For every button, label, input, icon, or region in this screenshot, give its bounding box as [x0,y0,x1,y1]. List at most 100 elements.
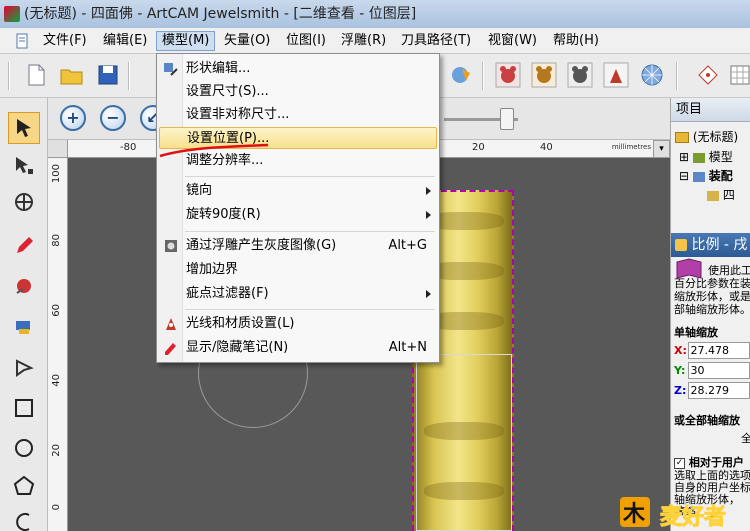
relief-bounding-box [416,354,512,531]
menu-item-lighting-material[interactable]: 光线和材质设置(L) [159,313,437,335]
z-axis-label: Z: [674,384,687,397]
menu-model[interactable]: 模型(M) [156,31,216,51]
expand-icon: ⊞ [679,150,690,164]
new-file-icon[interactable] [22,61,50,89]
shape-edit-icon [164,63,178,76]
ruler-label: 20 [472,142,485,153]
fill-tool-button[interactable] [8,270,40,302]
watermark-text: 麦好者 [659,505,727,531]
assembly-icon [692,171,705,182]
circle-icon [15,439,33,457]
menu-item-grayscale-from-relief[interactable]: 通过浮雕产生灰度图像(G) Alt+G [159,235,437,257]
gray-bear-icon[interactable] [566,61,594,89]
single-axis-label: 单轴缩放 [674,326,718,339]
relative-checkbox[interactable]: ✓ [674,457,685,469]
select-tool-button[interactable] [8,112,40,144]
menu-separator [185,231,435,232]
all-axis-label: 或全部轴缩放 [674,414,740,427]
brush-icon [16,321,30,334]
app-icon [4,6,20,22]
x-scale-input[interactable] [687,342,750,359]
toolbar-separator [482,62,484,90]
view-slider-thumb[interactable] [500,108,514,130]
circle-tool-button[interactable] [8,432,40,464]
z-scale-input[interactable] [687,382,750,399]
z-field-row: Z: [674,382,750,399]
pen-tool-button[interactable] [8,230,40,262]
ruler-label: 40 [51,374,62,387]
bear-model-icon[interactable] [494,61,522,89]
menu-item-rotate-90[interactable]: 旋转90度(R) [159,204,437,226]
ruler-units: millimetres [611,143,651,151]
menu-separator [185,176,435,177]
rectangle-tool-button[interactable] [8,392,40,424]
menu-item-mirror[interactable]: 镜向 [159,180,437,202]
ruler-corner [48,140,68,158]
ruler-label: 60 [51,304,62,317]
menu-vector[interactable]: 矢量(O) [219,31,275,51]
menu-help[interactable]: 帮助(H) [548,31,604,51]
menu-item-defect-filter[interactable]: 疵点过滤器(F) [159,283,437,305]
tree-item-assembly[interactable]: ⊟ 装配 [679,167,733,184]
menu-item-add-border[interactable]: 增加边界 [159,259,437,281]
relative-option[interactable]: ✓ 相对于用户 [674,454,744,470]
submenu-arrow-icon [426,187,431,195]
menu-item-shape-edit[interactable]: 形状编辑... [159,58,437,80]
zoom-out-icon[interactable]: − [100,105,126,131]
svg-text:木: 木 [622,502,646,527]
document-icon [16,33,28,49]
model-icon [692,152,705,163]
node-cursor-icon [16,157,33,174]
menu-item-set-size[interactable]: 设置尺寸(S)... [159,81,437,103]
ruler-scroll-button[interactable]: ▾ [653,140,670,158]
arc-tool-button[interactable] [8,506,40,531]
grid-icon[interactable] [726,61,750,89]
brush-tool-button[interactable] [8,310,40,342]
open-folder-icon[interactable] [58,61,86,89]
node-edit-button[interactable] [8,150,40,182]
arrow-cursor-icon [17,119,31,137]
menu-relief[interactable]: 浮雕(R) [336,31,391,51]
teddy-model-icon[interactable] [530,61,558,89]
menu-item-toggle-notes[interactable]: 显示/隐藏笔记(N) Alt+N [159,337,437,359]
save-icon[interactable] [94,61,122,89]
relief-tool-icon[interactable] [448,61,476,89]
x-axis-label: X: [674,344,687,357]
y-scale-input[interactable] [687,362,750,379]
x-field-row: X: [674,342,750,359]
vector-node-button[interactable] [8,352,40,384]
menu-item-set-asymmetric-size[interactable]: 设置非对称尺寸... [159,104,437,126]
red-underline-annotation [159,143,269,158]
tree-item-model[interactable]: ⊞ 模型 [679,148,733,165]
ruler-label: 100 [51,164,62,184]
ruler-label: 80 [51,234,62,247]
pencil-icon [17,237,33,253]
submenu-arrow-icon [426,211,431,219]
diamond-vector-icon[interactable] [694,61,722,89]
zoom-in-icon[interactable]: + [60,105,86,131]
menu-bitmap[interactable]: 位图(I) [281,31,331,51]
notes-icon [165,343,176,355]
menu-toolpath[interactable]: 刀具路径(T) [396,31,476,51]
polygon-tool-button[interactable] [8,470,40,502]
tree-item-root[interactable]: (无标题) [675,128,738,145]
polyline-icon [16,359,34,377]
y-axis-label: Y: [674,364,686,377]
ruler-label: 40 [540,142,553,153]
sphere-mesh-icon[interactable] [638,61,666,89]
paint-icon [16,279,31,294]
arc-icon [16,513,30,531]
pentagon-icon [13,475,35,495]
transform-button[interactable] [8,186,40,218]
red-figure-icon[interactable] [602,61,630,89]
y-field-row: Y: [674,362,750,379]
model-dropdown-menu: 形状编辑... 设置尺寸(S)... 设置非对称尺寸... 设置位置(P)...… [156,53,440,363]
menu-file[interactable]: 文件(F) [38,31,92,51]
menu-edit[interactable]: 编辑(E) [98,31,152,51]
rectangle-icon [15,399,33,417]
left-tool-strip [0,98,48,531]
menu-window[interactable]: 视窗(W) [483,31,542,51]
tree-item-part[interactable]: 四 [707,186,735,203]
part-icon [707,190,719,201]
toolbar-separator [128,62,130,90]
